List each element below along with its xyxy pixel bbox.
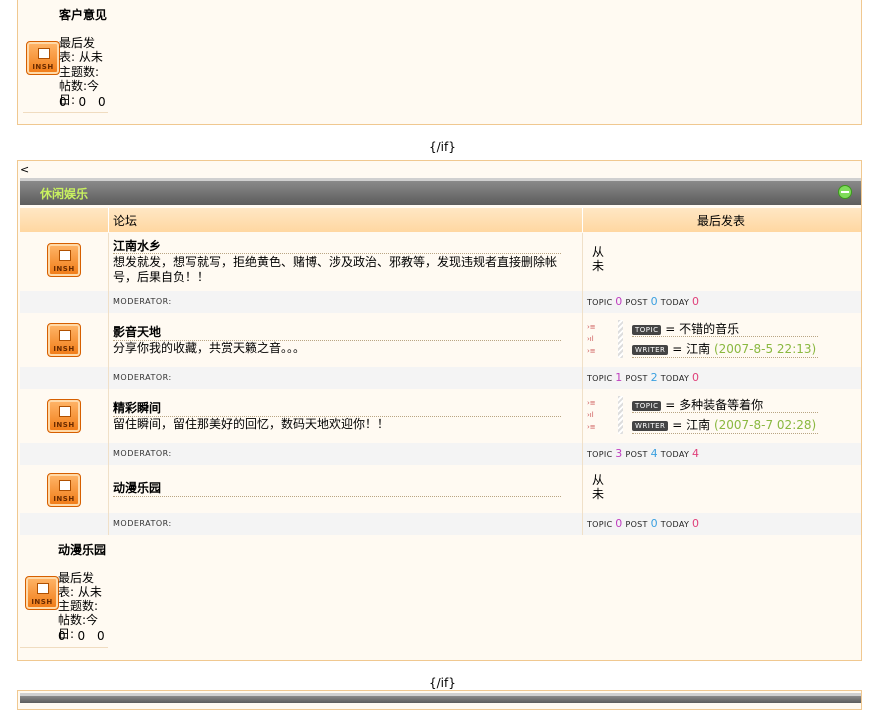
category-header-bar: 休闲娱乐 xyxy=(20,178,861,205)
forum-icon: INSH xyxy=(25,576,59,610)
forum-row: INSH 影音天地 分享你我的收藏，共赏天籁之音。。。 ›≡ ›ıl ›≡ TOPI… xyxy=(20,315,861,365)
moderator-label: MODERATOR: xyxy=(113,373,172,382)
header-forum: 论坛 xyxy=(113,214,138,228)
last-post-label: 最后发表: 从未 xyxy=(59,36,103,64)
forum-name[interactable]: 精彩瞬间 xyxy=(113,399,161,416)
forum-stats-row: MODERATOR: TOPIC 1 POST 2 TODAY 0 xyxy=(20,367,861,389)
forum-name[interactable]: 影音天地 xyxy=(113,323,161,340)
forum-description: 分享你我的收藏，共赏天籁之音。。。 xyxy=(113,341,306,355)
moderator-label: MODERATOR: xyxy=(113,297,172,306)
moderator-label: MODERATOR: xyxy=(113,449,172,458)
last-post-icons: ›≡ ›ıl ›≡ xyxy=(587,323,596,355)
sub-forum-block: INSH 动漫乐园 最后发表: 从未 主题数:帖数:今日: 0 0 0 xyxy=(20,537,861,649)
forum-icon: INSH xyxy=(47,323,81,357)
forum-row: INSH 精彩瞬间 留住瞬间，留住那美好的回忆，数码天地欢迎你！！ ›≡ ›ıl ›… xyxy=(20,391,861,441)
last-post-topic[interactable]: TOPIC = 多种装备等着你 xyxy=(632,396,763,413)
forum-stats-row: MODERATOR: TOPIC 3 POST 4 TODAY 4 xyxy=(20,443,861,465)
last-post-topic[interactable]: TOPIC = 不错的音乐 xyxy=(632,320,739,337)
forum-row: INSH 江南水乡 想发就发，想写就写，拒绝黄色、赌博、涉及政治、邪教等，发现违… xyxy=(20,233,861,289)
forum-icon: INSH xyxy=(47,473,81,507)
forum-stats: TOPIC 1 POST 2 TODAY 0 xyxy=(587,371,700,384)
table-header: 论坛 最后发表 xyxy=(20,208,861,232)
last-post-none: 从未 xyxy=(592,245,605,273)
template-if-marker: {/if} xyxy=(429,676,456,690)
forum-icon: INSH xyxy=(47,243,81,277)
stat-values: 0 0 0 xyxy=(59,95,106,109)
category-title[interactable]: 休闲娱乐 xyxy=(40,185,88,202)
lt-symbol: < xyxy=(20,163,30,176)
last-post-none: 从未 xyxy=(592,473,605,501)
last-post-label: 最后发表: 从未 xyxy=(58,571,102,599)
forum-stats: TOPIC 0 POST 0 TODAY 0 xyxy=(587,517,700,530)
forum-stats-row: MODERATOR: TOPIC 0 POST 0 TODAY 0 xyxy=(20,291,861,313)
stat-values: 0 0 0 xyxy=(58,629,105,643)
forum-name[interactable]: 动漫乐园 xyxy=(58,543,106,557)
moderator-label: MODERATOR: xyxy=(113,519,172,528)
forum-icon: INSH xyxy=(47,399,81,433)
forum-icon: INSH xyxy=(26,41,60,75)
forum-name[interactable]: 动漫乐园 xyxy=(113,479,161,496)
forum-stats: TOPIC 0 POST 0 TODAY 0 xyxy=(587,295,700,308)
last-post-writer[interactable]: WRITER = 江南 (2007-8-5 22:13) xyxy=(632,340,816,357)
last-post-icons: ›≡ ›ıl ›≡ xyxy=(587,399,596,431)
forum-row: INSH 动漫乐园 从未 xyxy=(20,467,861,513)
collapse-icon[interactable] xyxy=(838,185,852,199)
forum-name[interactable]: 江南水乡 xyxy=(113,237,161,254)
forum-name[interactable]: 客户意见 xyxy=(59,8,107,22)
header-last-post: 最后发表 xyxy=(697,214,746,228)
forum-description: 想发就发，想写就写，拒绝黄色、赌博、涉及政治、邪教等，发现违规者直接删除帐号，后… xyxy=(113,255,558,284)
last-post-writer[interactable]: WRITER = 江南 (2007-8-7 02:28) xyxy=(632,416,816,433)
next-category-header-bar xyxy=(20,693,861,703)
template-if-marker: {/if} xyxy=(429,140,456,154)
forum-stats-row: MODERATOR: TOPIC 0 POST 0 TODAY 0 xyxy=(20,513,861,535)
top-forum-panel: INSH 客户意见 最后发表: 从未 主题数:帖数:今日: 0 0 0 xyxy=(17,0,862,125)
forum-stats: TOPIC 3 POST 4 TODAY 4 xyxy=(587,447,700,460)
forum-description: 留住瞬间，留住那美好的回忆，数码天地欢迎你！！ xyxy=(113,417,390,431)
